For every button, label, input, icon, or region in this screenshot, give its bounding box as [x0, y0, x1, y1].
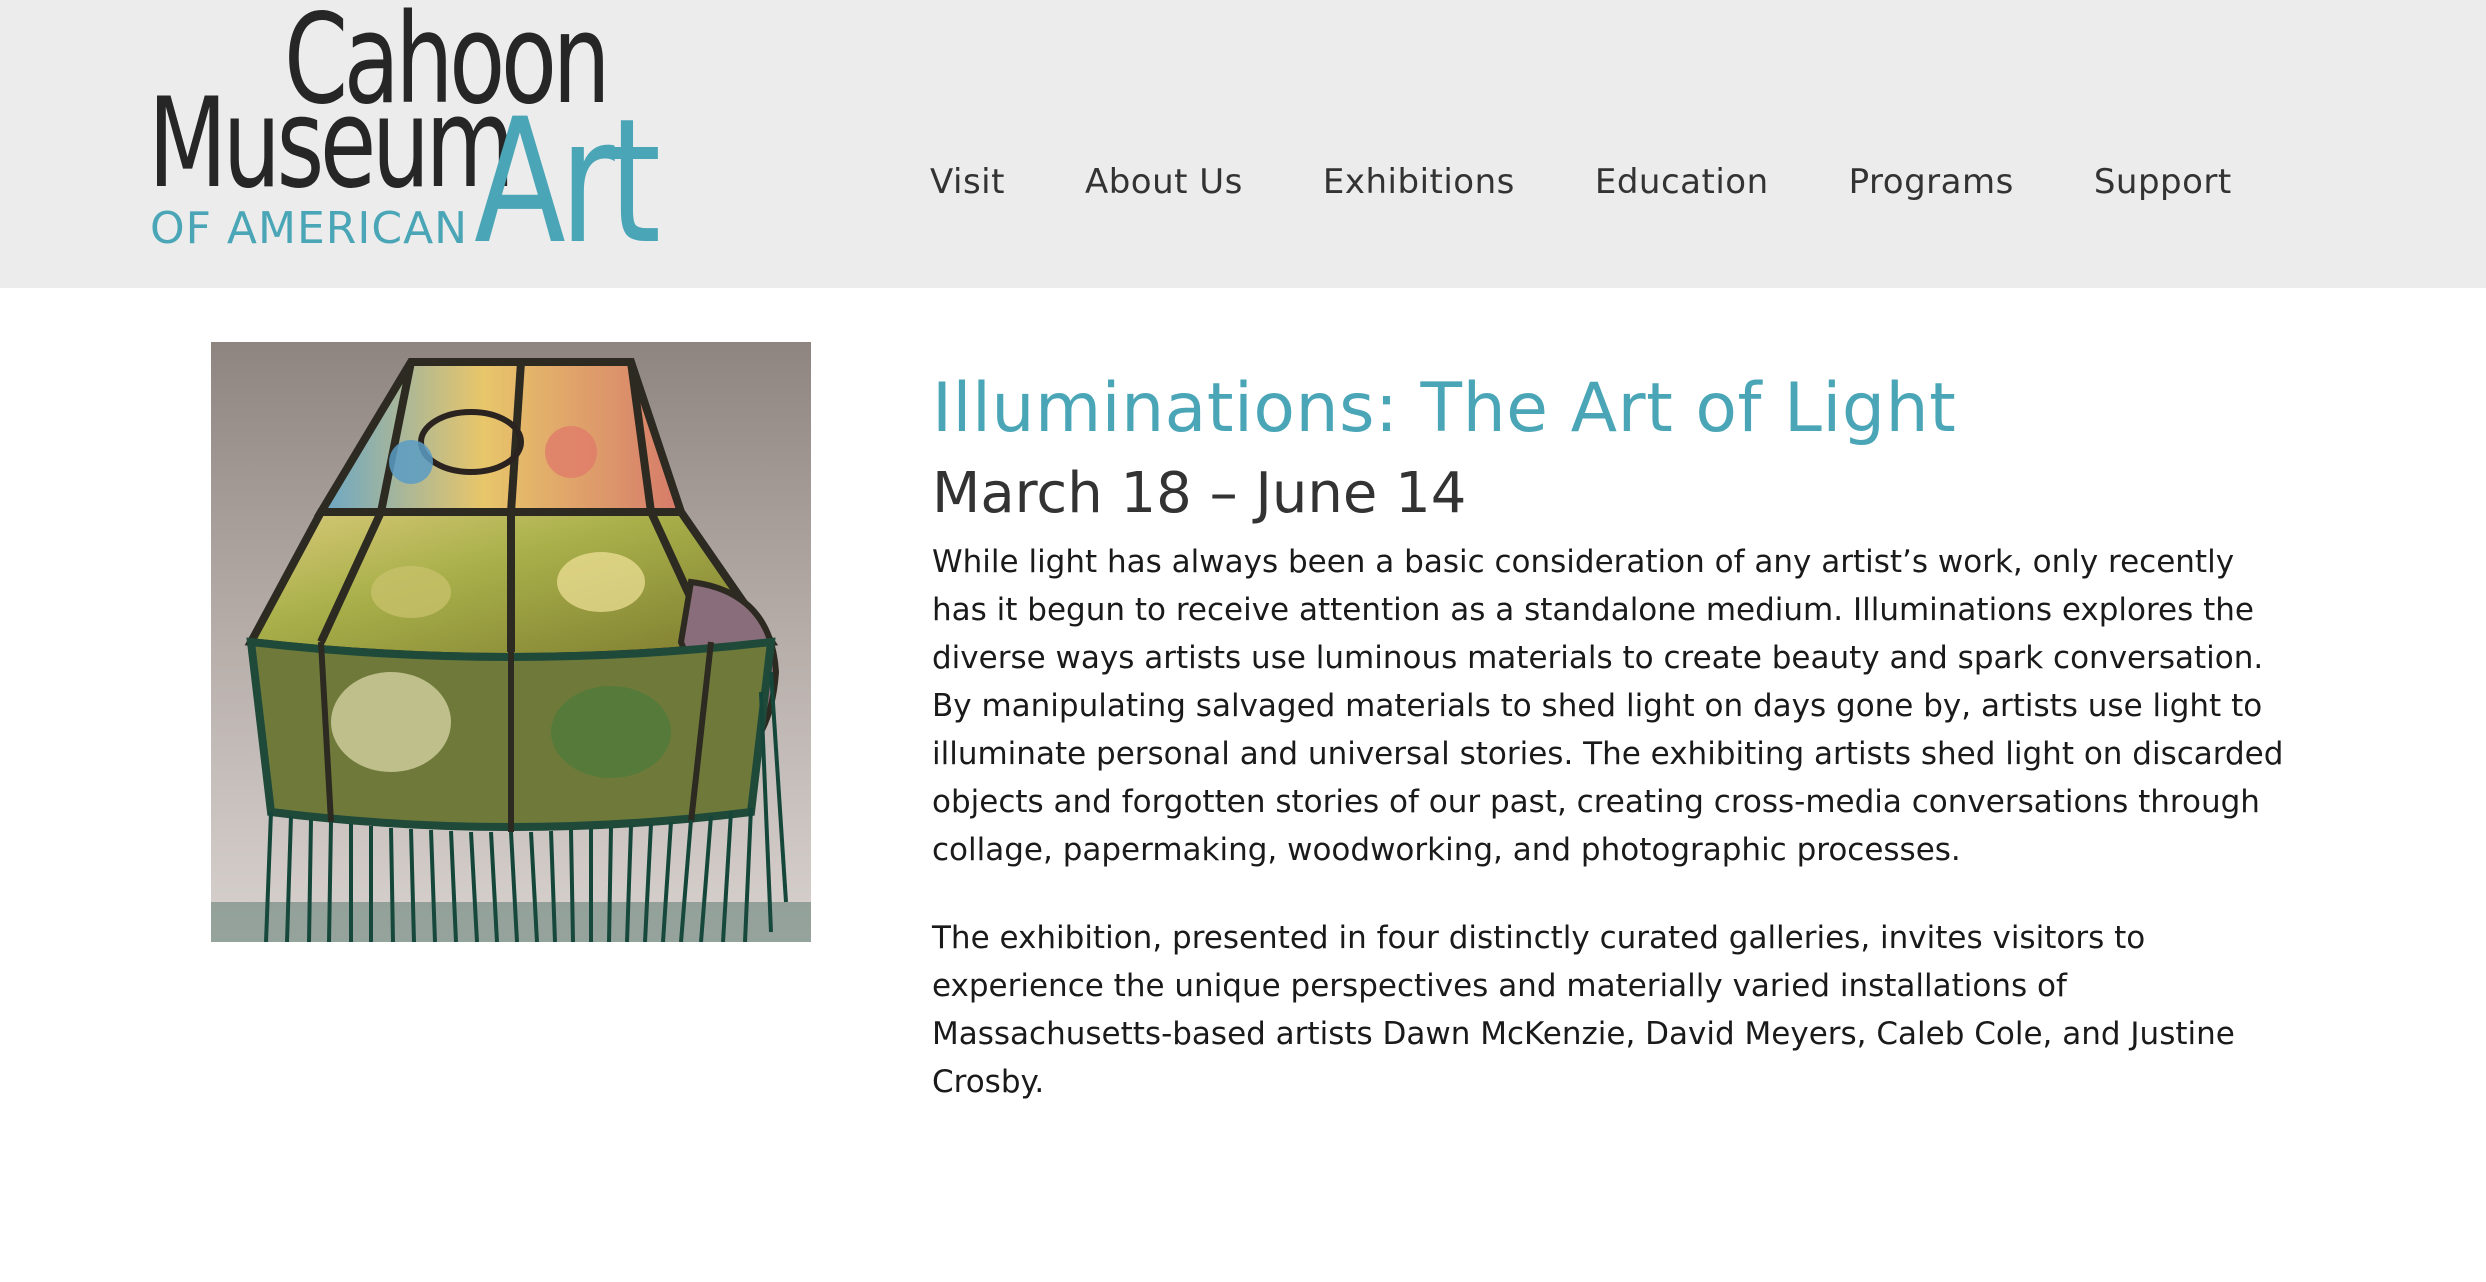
exhibition-title: Illuminations: The Art of Light [932, 369, 1957, 448]
exhibition-dates: March 18 – June 14 [932, 461, 1467, 526]
nav-item-exhibitions[interactable]: Exhibitions [1323, 162, 1515, 202]
logo-museum-text: Museum [148, 72, 515, 216]
nav-item-programs[interactable]: Programs [1849, 162, 2014, 202]
exhibition-artists-paragraph: The exhibition, presented in four distin… [932, 920, 2235, 1100]
site-header: Cahoon Museum OF AMERICAN Art Visit Abou… [0, 0, 2486, 288]
lampshade-artwork-image [211, 342, 811, 942]
logo-of-american-text: OF AMERICAN [150, 203, 469, 254]
nav-item-about-us[interactable]: About Us [1085, 162, 1243, 202]
exhibition-description-paragraph: While light has always been a basic cons… [932, 544, 2284, 868]
nav-item-support[interactable]: Support [2094, 162, 2232, 202]
logo-art-text: Art [474, 81, 661, 282]
nav-item-education[interactable]: Education [1595, 162, 1769, 202]
nav-item-visit[interactable]: Visit [930, 162, 1005, 202]
main-nav: Visit About Us Exhibitions Education Pro… [930, 152, 2232, 212]
museum-logo[interactable]: Cahoon Museum OF AMERICAN Art [148, 0, 661, 288]
exhibition-details: Illuminations: The Art of Light March 18… [932, 366, 2292, 1106]
